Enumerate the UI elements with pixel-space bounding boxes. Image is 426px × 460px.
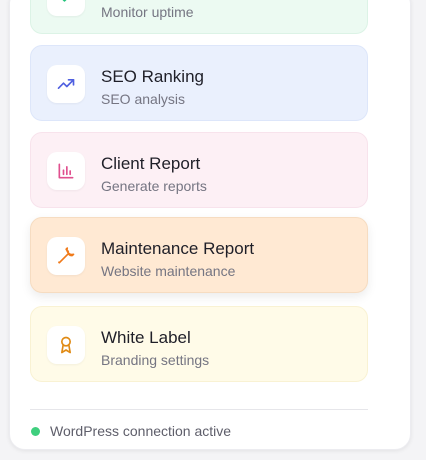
bar-chart-icon <box>58 163 74 179</box>
uptime-card-subtitle: Monitor uptime <box>101 4 194 20</box>
maintenance-card-subtitle: Website maintenance <box>101 263 236 279</box>
seo-icon-box <box>47 65 85 103</box>
white-label-card[interactable]: White Label Branding settings <box>30 306 368 382</box>
white-label-card-title: White Label <box>101 328 191 347</box>
uptime-monitor-card[interactable]: Monitor uptime <box>30 0 368 34</box>
award-icon <box>61 336 71 354</box>
white-label-card-subtitle: Branding settings <box>101 352 210 368</box>
maintenance-report-card[interactable]: Maintenance Report Website maintenance <box>30 217 368 293</box>
connection-status-dot <box>31 427 40 436</box>
seo-card-subtitle: SEO analysis <box>101 91 186 107</box>
maintenance-card-title: Maintenance Report <box>101 239 255 258</box>
divider <box>30 409 368 410</box>
seo-ranking-card[interactable]: SEO Ranking SEO analysis <box>30 45 368 121</box>
client-report-card-title: Client Report <box>101 154 201 173</box>
seo-card-title: SEO Ranking <box>101 67 204 86</box>
connection-status-text: WordPress connection active <box>50 423 232 439</box>
client-report-card[interactable]: Client Report Generate reports <box>30 132 368 208</box>
client-report-card-subtitle: Generate reports <box>101 178 207 194</box>
wrench-icon <box>58 247 75 264</box>
trending-up-icon <box>57 79 75 89</box>
maintenance-icon-box <box>47 237 85 275</box>
client-report-icon-box <box>47 152 85 190</box>
uptime-icon-box <box>47 0 85 16</box>
check-icon <box>62 0 67 2</box>
white-label-icon-box <box>47 326 85 364</box>
